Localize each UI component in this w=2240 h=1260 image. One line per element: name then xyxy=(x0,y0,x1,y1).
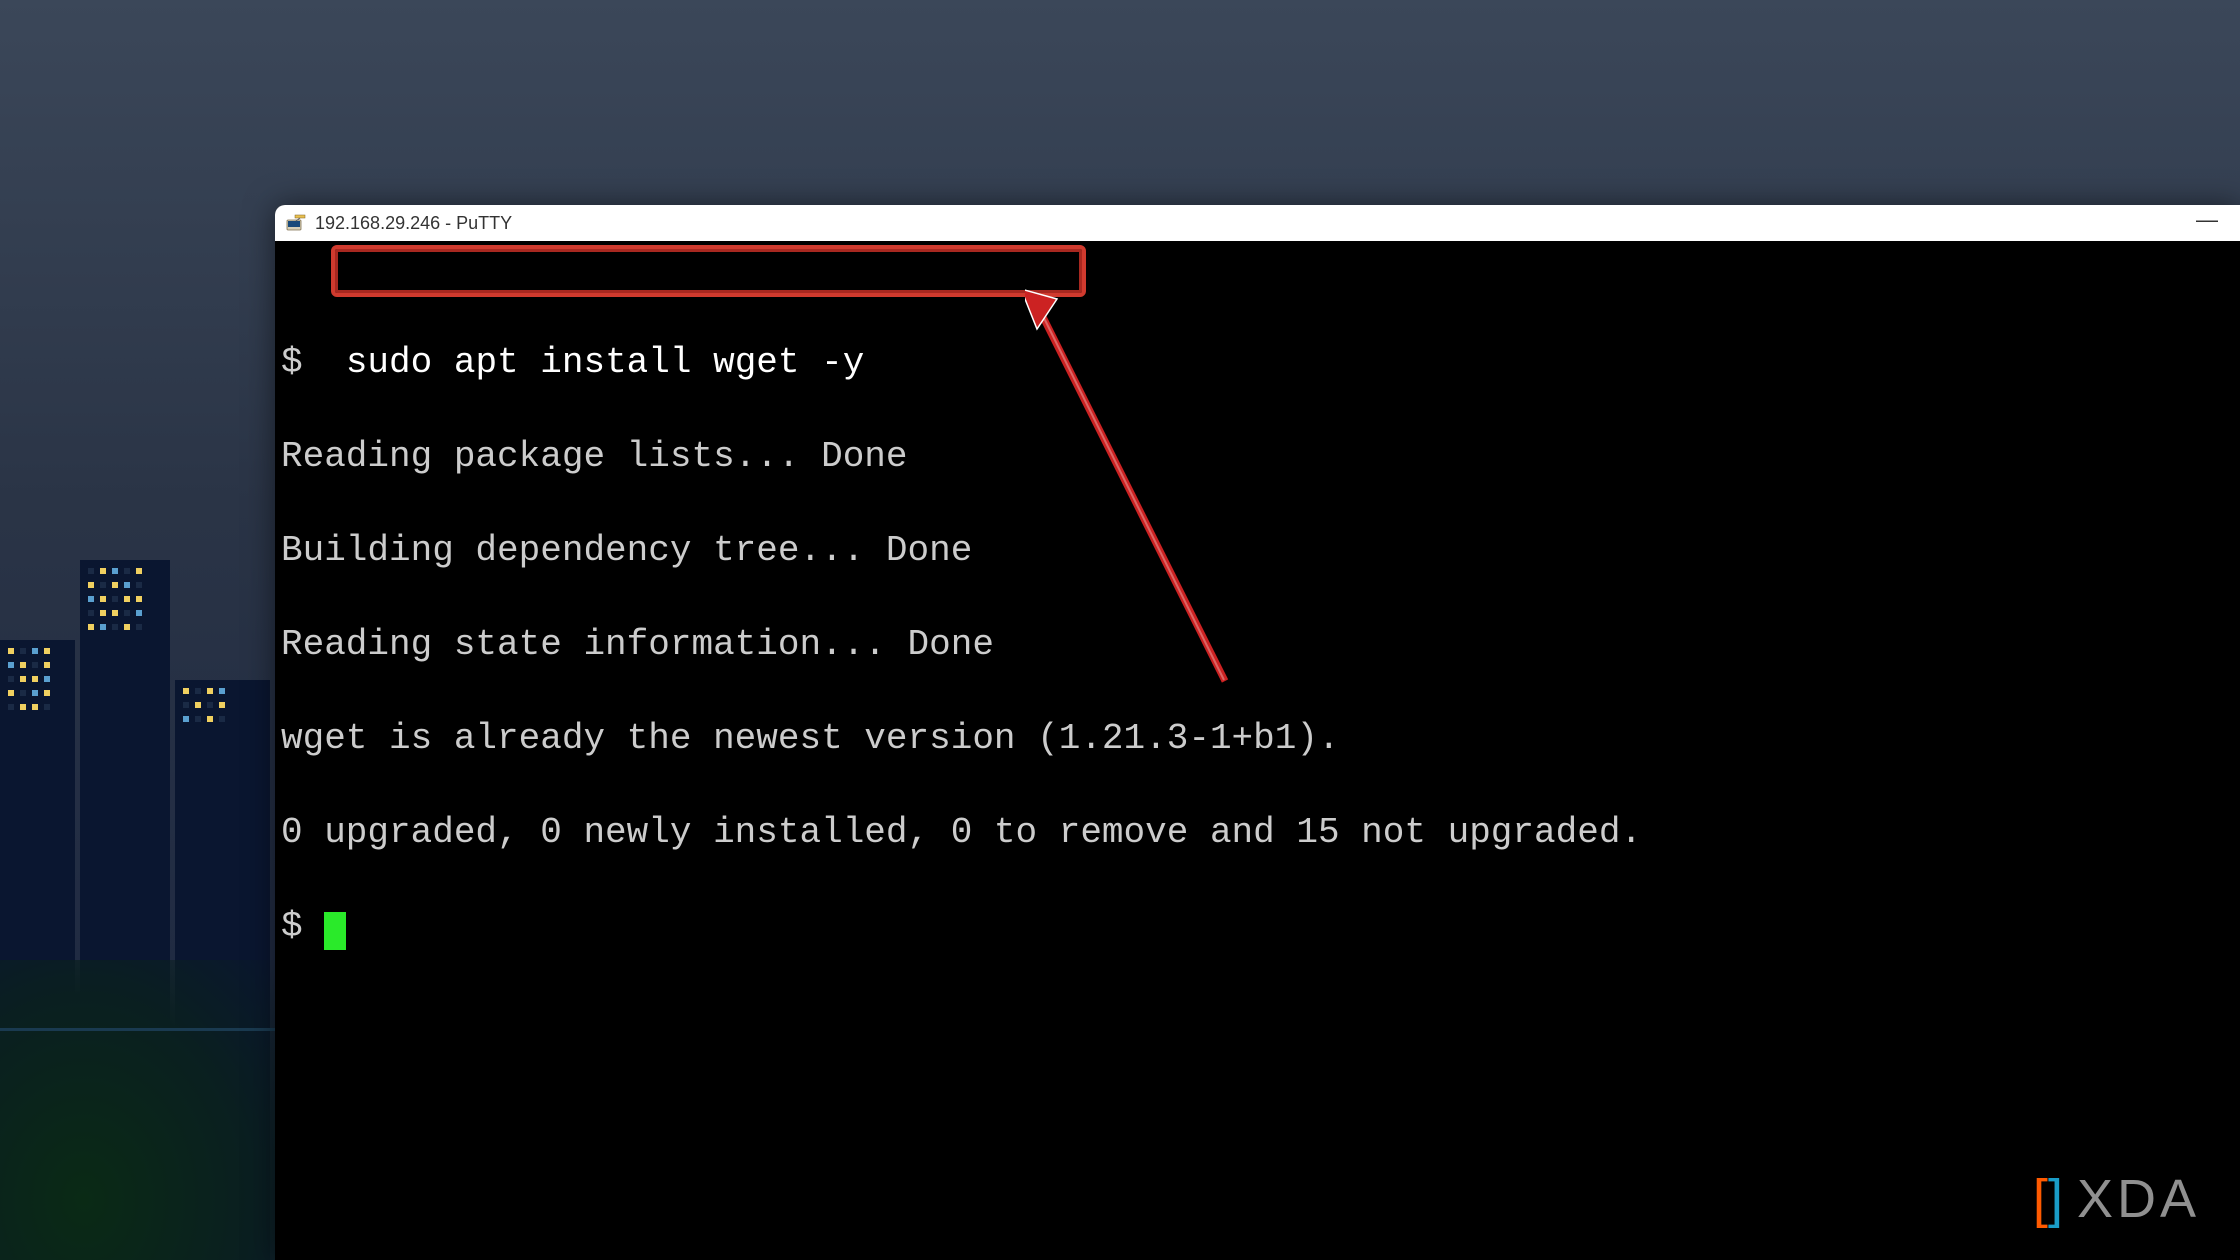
output-line: Reading state information... Done xyxy=(281,621,2234,668)
desktop-wallpaper-buildings xyxy=(0,460,275,1260)
xda-watermark: []XDA xyxy=(2033,1168,2200,1230)
command-highlight-annotation xyxy=(331,245,1086,297)
output-line: Reading package lists... Done xyxy=(281,433,2234,480)
prompt: $ xyxy=(281,342,303,383)
output-line: 0 upgraded, 0 newly installed, 0 to remo… xyxy=(281,809,2234,856)
putty-window: 192.168.29.246 - PuTTY — $ sudo apt inst… xyxy=(275,205,2240,1260)
output-line: Building dependency tree... Done xyxy=(281,527,2234,574)
prompt: $ xyxy=(281,906,303,947)
titlebar[interactable]: 192.168.29.246 - PuTTY — xyxy=(275,205,2240,241)
wallpaper-rail xyxy=(0,1028,275,1031)
watermark-text: XDA xyxy=(2077,1168,2200,1230)
terminal-area[interactable]: $ sudo apt install wget -y Reading packa… xyxy=(275,241,2240,1260)
output-line: wget is already the newest version (1.21… xyxy=(281,715,2234,762)
putty-icon xyxy=(285,214,307,232)
terminal-cursor xyxy=(324,912,346,950)
window-title: 192.168.29.246 - PuTTY xyxy=(315,213,2184,234)
minimize-button[interactable]: — xyxy=(2184,214,2230,232)
entered-command: sudo apt install wget -y xyxy=(346,342,864,383)
